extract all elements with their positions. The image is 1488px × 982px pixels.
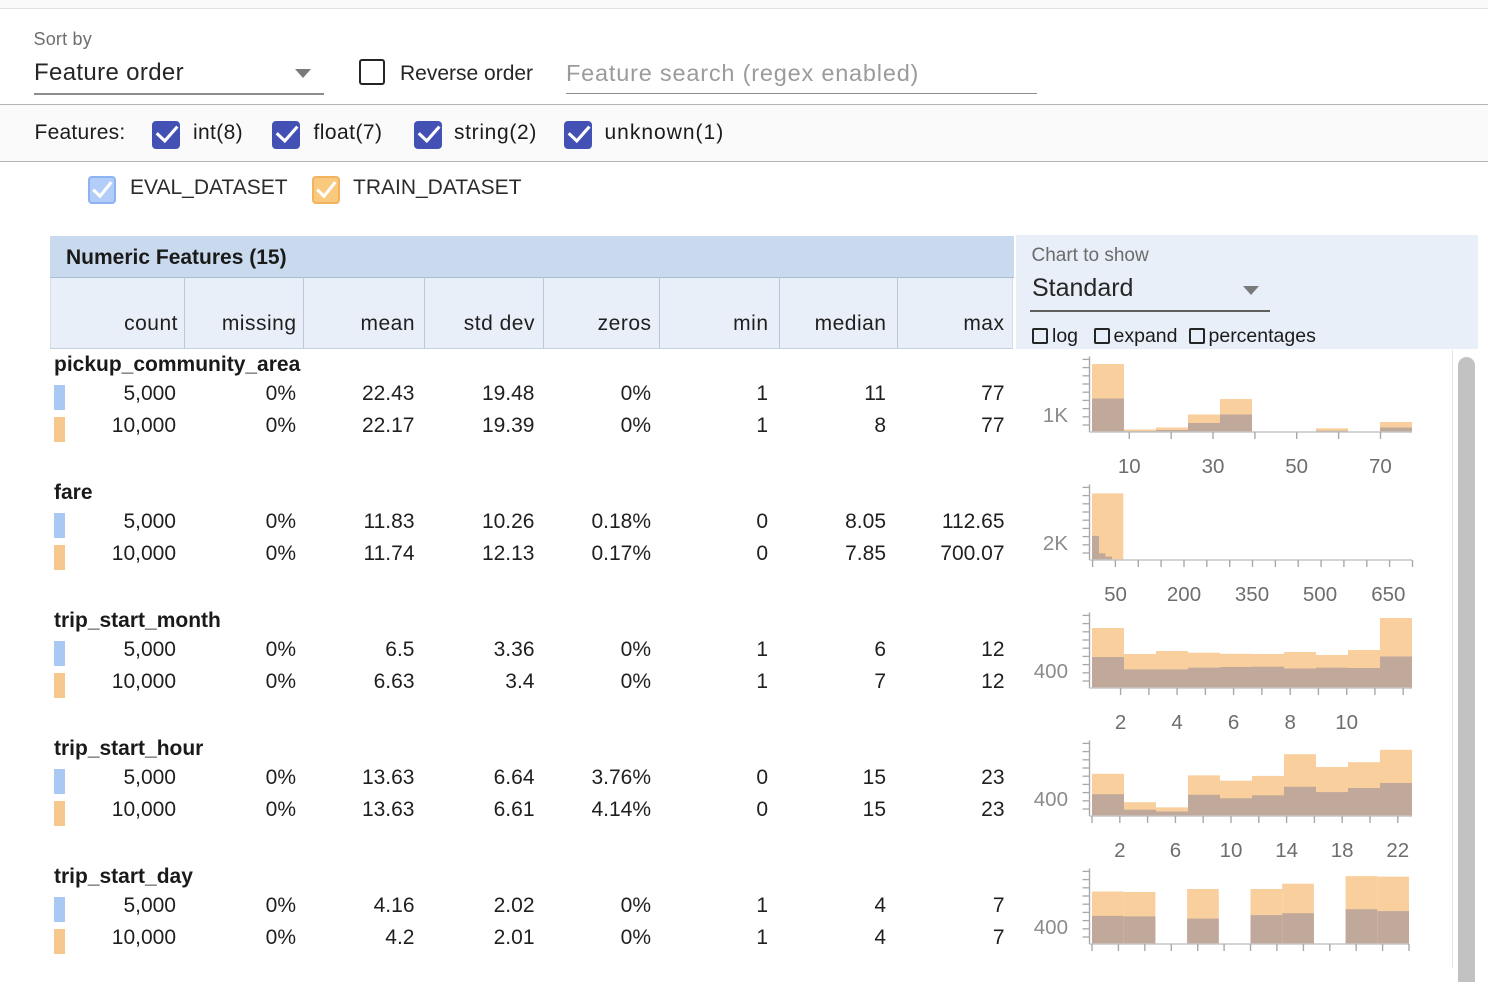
- svg-text:14: 14: [1275, 839, 1298, 862]
- svg-text:10: 10: [1118, 455, 1141, 478]
- svg-text:50: 50: [1285, 455, 1308, 478]
- svg-text:70: 70: [1369, 455, 1392, 478]
- svg-text:30: 30: [1202, 455, 1225, 478]
- svg-text:400: 400: [1034, 916, 1068, 939]
- svg-text:22: 22: [1386, 839, 1409, 862]
- svg-text:350: 350: [1235, 583, 1269, 606]
- svg-text:8: 8: [1284, 711, 1295, 734]
- svg-text:10: 10: [1220, 839, 1243, 862]
- svg-text:18: 18: [1331, 839, 1354, 862]
- svg-text:400: 400: [1034, 788, 1068, 811]
- svg-text:1K: 1K: [1043, 404, 1068, 427]
- svg-text:2K: 2K: [1043, 532, 1068, 555]
- svg-text:4: 4: [1171, 711, 1182, 734]
- svg-text:200: 200: [1167, 583, 1201, 606]
- svg-text:500: 500: [1303, 583, 1337, 606]
- svg-text:6: 6: [1170, 839, 1181, 862]
- svg-text:50: 50: [1104, 583, 1127, 606]
- svg-text:6: 6: [1228, 711, 1239, 734]
- svg-text:650: 650: [1371, 583, 1405, 606]
- svg-text:2: 2: [1114, 839, 1125, 862]
- svg-text:2: 2: [1115, 711, 1126, 734]
- svg-text:400: 400: [1034, 660, 1068, 683]
- svg-text:10: 10: [1335, 711, 1358, 734]
